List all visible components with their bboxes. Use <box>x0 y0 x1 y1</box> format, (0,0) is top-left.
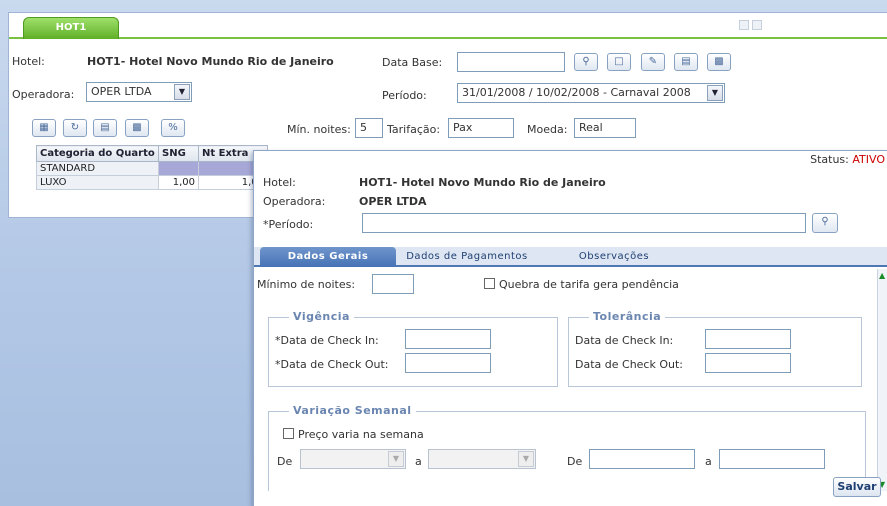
variacao-semanal-group: Variação Semanal Preço varia na semana D… <box>268 404 866 491</box>
tab-dados-pagamentos[interactable]: Dados de Pagamentos <box>402 247 532 267</box>
hotel-value: HOT1- Hotel Novo Mundo Rio de Janeiro <box>87 55 334 68</box>
rates-grid: Categoria do Quarto SNG Nt Extra STANDAR… <box>36 145 268 190</box>
chevron-down-icon[interactable]: ▼ <box>518 451 534 467</box>
refresh-icon[interactable]: ↻ <box>63 119 87 137</box>
de-label-2: De <box>567 455 583 468</box>
chart-icon[interactable]: ▩ <box>125 119 149 137</box>
new-document-icon[interactable]: □ <box>607 53 631 71</box>
search-icon[interactable]: ⚲ <box>574 53 598 71</box>
chevron-down-icon[interactable]: ▼ <box>707 85 723 101</box>
min-noites-input[interactable]: 5 <box>355 118 383 138</box>
dialog-tabs: Dados Gerais Dados de Pagamentos Observa… <box>254 247 887 267</box>
search-icon[interactable]: ⚲ <box>812 213 838 233</box>
dialog-periodo-input[interactable] <box>362 213 806 233</box>
periodo-select-value: 31/01/2008 / 10/02/2008 - Carnaval 2008 <box>462 86 691 99</box>
a-label: a <box>415 455 422 468</box>
quebra-tarifa-checkbox[interactable] <box>484 278 495 289</box>
dialog-operadora-value: OPER LTDA <box>359 195 427 208</box>
minimo-noites-label: Mínimo de noites: <box>257 278 356 291</box>
vigencia-checkout-input[interactable] <box>405 353 491 373</box>
percent-button[interactable]: % <box>161 119 185 137</box>
operadora-label: Operadora: <box>12 88 75 101</box>
tolerancia-checkin-input[interactable] <box>705 329 791 349</box>
operadora-select-value: OPER LTDA <box>91 85 152 98</box>
restore-icon[interactable] <box>752 20 762 30</box>
grid-header-row: Categoria do Quarto SNG Nt Extra <box>36 145 268 162</box>
grid-header-categoria[interactable]: Categoria do Quarto <box>36 145 159 162</box>
data-base-label: Data Base: <box>382 56 443 69</box>
de-date-input[interactable] <box>589 449 695 469</box>
tab-hot1[interactable]: HOT1 <box>23 17 119 39</box>
tariff-dialog: Status: ATIVO Hotel: HOT1- Hotel Novo Mu… <box>253 150 887 506</box>
minimize-icon[interactable] <box>739 20 749 30</box>
vigencia-legend: Vigência <box>289 310 354 323</box>
scrollbar[interactable]: ▲ ▼ <box>877 269 887 491</box>
preco-varia-checkbox[interactable] <box>283 428 294 439</box>
a-weekday-select[interactable]: ▼ <box>428 449 536 469</box>
grid-header-sng[interactable]: SNG <box>158 145 199 162</box>
tarifacao-input[interactable]: Pax <box>448 118 514 138</box>
dialog-operadora-label: Operadora: <box>263 195 326 208</box>
grid-cell-sng[interactable]: 1,00 <box>158 175 199 190</box>
status-label: Status: <box>810 153 849 166</box>
chevron-down-icon[interactable]: ▼ <box>174 84 190 100</box>
window-icon[interactable]: ▤ <box>93 119 117 137</box>
data-base-input[interactable] <box>457 52 565 72</box>
edit-icon[interactable]: ✎ <box>641 53 665 71</box>
moeda-input[interactable]: Real <box>574 118 636 138</box>
table-row[interactable]: LUXO 1,00 1,00 <box>36 175 268 190</box>
grid-cell-categoria[interactable]: STANDARD <box>36 161 159 176</box>
dialog-periodo-label: *Período: <box>263 218 314 231</box>
hotel-label: Hotel: <box>12 55 45 68</box>
a-label-2: a <box>705 455 712 468</box>
min-noites-label: Mín. noites: <box>287 123 351 136</box>
tolerancia-checkin-label: Data de Check In: <box>575 334 674 347</box>
scroll-up-icon[interactable]: ▲ <box>879 271 885 280</box>
minimo-noites-input[interactable] <box>372 274 414 294</box>
tab-observacoes[interactable]: Observações <box>554 247 674 267</box>
tab-dados-gerais[interactable]: Dados Gerais <box>260 247 396 267</box>
tolerancia-checkout-label: Data de Check Out: <box>575 358 683 371</box>
variacao-legend: Variação Semanal <box>289 404 416 417</box>
save-icon[interactable]: ▦ <box>32 119 56 137</box>
tab-strip: HOT1 <box>9 13 887 39</box>
vigencia-checkin-label: *Data de Check In: <box>275 334 379 347</box>
chart-icon[interactable]: ▩ <box>707 53 731 71</box>
a-date-input[interactable] <box>719 449 825 469</box>
window-icon[interactable]: ▤ <box>674 53 698 71</box>
de-label: De <box>277 455 293 468</box>
grid-cell-categoria[interactable]: LUXO <box>36 175 159 190</box>
preco-varia-label: Preço varia na semana <box>298 428 424 441</box>
grid-cell-sng[interactable] <box>158 161 199 176</box>
operadora-select[interactable]: OPER LTDA ▼ <box>86 82 192 102</box>
periodo-select[interactable]: 31/01/2008 / 10/02/2008 - Carnaval 2008 … <box>457 83 725 103</box>
moeda-label: Moeda: <box>527 123 568 136</box>
chevron-down-icon[interactable]: ▼ <box>388 451 404 467</box>
de-weekday-select[interactable]: ▼ <box>300 449 406 469</box>
quebra-tarifa-label: Quebra de tarifa gera pendência <box>499 278 679 291</box>
table-row[interactable]: STANDARD <box>36 161 268 176</box>
tolerancia-checkout-input[interactable] <box>705 353 791 373</box>
status-badge: ATIVO <box>852 153 885 166</box>
dialog-hotel-value: HOT1- Hotel Novo Mundo Rio de Janeiro <box>359 176 606 189</box>
vigencia-group: Vigência *Data de Check In: *Data de Che… <box>268 310 558 387</box>
tolerancia-legend: Tolerância <box>589 310 666 323</box>
save-button[interactable]: Salvar <box>833 477 881 497</box>
dialog-hotel-label: Hotel: <box>263 176 296 189</box>
status-indicator: Status: ATIVO <box>810 153 885 166</box>
vigencia-checkout-label: *Data de Check Out: <box>275 358 389 371</box>
tarifacao-label: Tarifação: <box>387 123 441 136</box>
periodo-label: Período: <box>382 89 427 102</box>
tolerancia-group: Tolerância Data de Check In: Data de Che… <box>568 310 862 387</box>
vigencia-checkin-input[interactable] <box>405 329 491 349</box>
